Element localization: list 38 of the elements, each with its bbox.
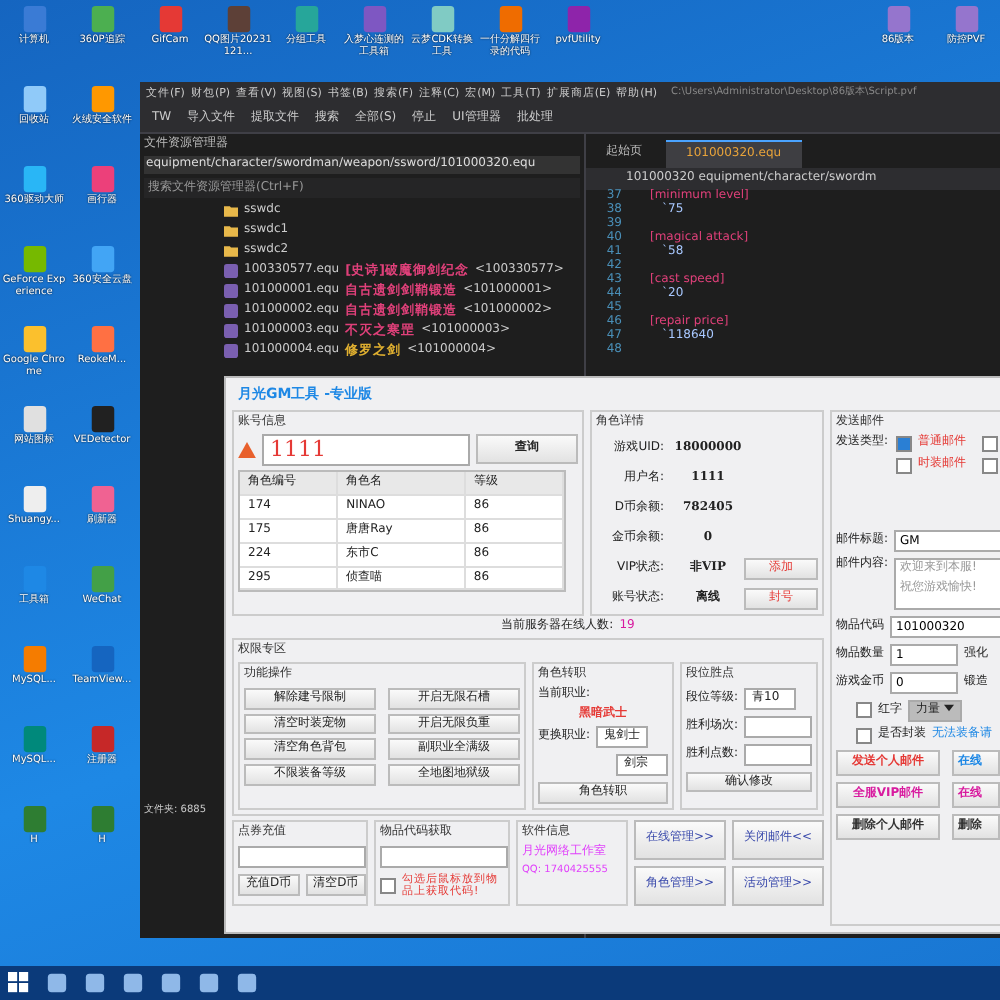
app-icon[interactable] <box>19 484 49 514</box>
app-icon[interactable] <box>495 4 525 34</box>
account-input[interactable]: 1111 <box>262 433 470 466</box>
app-icon[interactable] <box>291 4 321 34</box>
app-icon[interactable] <box>19 164 49 194</box>
checkbox[interactable] <box>380 878 396 895</box>
taskbar-app-icon[interactable] <box>46 972 68 994</box>
app-icon[interactable] <box>87 84 117 114</box>
app-icon[interactable] <box>19 404 49 434</box>
checkbox[interactable] <box>856 727 872 744</box>
taskbar-app-icon[interactable] <box>160 972 182 994</box>
taskbar-app-icon[interactable] <box>122 972 144 994</box>
taskbar-app-icon[interactable] <box>236 972 258 994</box>
app-icon[interactable] <box>87 404 117 434</box>
app-icon[interactable] <box>427 4 457 34</box>
item-code-field[interactable] <box>380 845 508 868</box>
wins-field[interactable] <box>744 715 812 737</box>
app-icon[interactable] <box>87 484 117 514</box>
caret-icon <box>943 703 954 712</box>
taskbar-app-icon[interactable] <box>84 972 106 994</box>
checkbox[interactable] <box>982 457 999 474</box>
checkbox[interactable] <box>982 435 999 452</box>
app-icon[interactable] <box>87 324 117 354</box>
app-icon[interactable] <box>19 644 49 674</box>
checkbox[interactable] <box>896 457 913 474</box>
app-icon[interactable] <box>223 4 253 34</box>
amount-field[interactable] <box>238 845 366 868</box>
app-icon[interactable] <box>87 4 117 34</box>
app-icon[interactable] <box>19 244 49 274</box>
app-icon[interactable] <box>19 84 49 114</box>
app-icon[interactable] <box>87 244 117 274</box>
taskbar-app-icon[interactable] <box>198 972 220 994</box>
checkbox[interactable] <box>896 435 913 452</box>
app-icon[interactable] <box>19 324 49 354</box>
start-icon[interactable] <box>8 972 30 994</box>
points-field[interactable] <box>744 743 812 765</box>
checkbox[interactable] <box>856 702 872 719</box>
warning-icon <box>238 441 256 458</box>
